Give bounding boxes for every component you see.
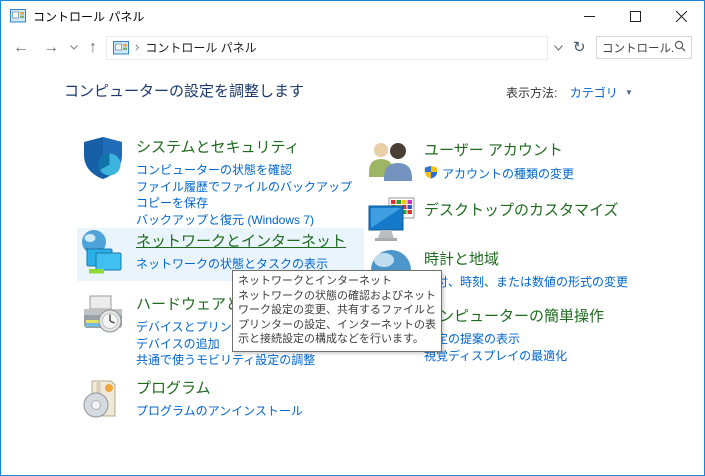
- category-title[interactable]: 時計と地域: [424, 248, 499, 269]
- category-title[interactable]: コンピューターの簡単操作: [424, 305, 604, 326]
- user-accounts-people-icon[interactable]: [367, 137, 415, 185]
- titlebar: コントロール パネル: [1, 1, 704, 31]
- category-system-security: システムとセキュリティ コンピューターの状態を確認 ファイル履歴でファイルのバッ…: [79, 134, 360, 228]
- refresh-icon[interactable]: ↻: [573, 40, 586, 55]
- control-panel-window: コントロール パネル ← → ↑: [0, 0, 705, 476]
- breadcrumb-separator-icon: ›: [135, 39, 139, 54]
- category-link[interactable]: 日付、時刻、または数値の形式の変更: [424, 274, 664, 291]
- search-box[interactable]: コントロール...: [596, 36, 692, 59]
- recent-pages-chevron-icon[interactable]: [70, 45, 78, 50]
- printer-hardware-icon[interactable]: [79, 291, 127, 339]
- category-link[interactable]: 設定の提案の表示: [424, 331, 664, 348]
- navigation-toolbar: ← → ↑ › コントロール パネル ↻ コントロール...: [1, 31, 704, 64]
- control-panel-icon: [113, 40, 129, 56]
- tooltip: ネットワークとインターネット ネットワークの状態の確認およびネットワーク設定の変…: [232, 270, 442, 352]
- network-globe-monitors-icon[interactable]: [79, 228, 127, 276]
- back-button[interactable]: ←: [13, 40, 29, 56]
- page-title: コンピューターの設定を調整します: [64, 80, 304, 101]
- software-box-cd-icon[interactable]: [79, 375, 127, 423]
- view-by-control: 表示方法: カテゴリ ▼: [506, 84, 633, 101]
- close-button[interactable]: [658, 1, 704, 31]
- forward-button[interactable]: →: [43, 40, 59, 56]
- category-programs: プログラム プログラムのアンインストール: [79, 375, 360, 423]
- category-title[interactable]: ユーザー アカウント: [424, 139, 563, 160]
- category-link[interactable]: ファイル履歴でファイルのバックアップ コピーを保存: [136, 179, 360, 212]
- monitor-palette-icon[interactable]: [367, 197, 415, 245]
- address-bar[interactable]: › コントロール パネル: [106, 36, 548, 60]
- breadcrumb[interactable]: コントロール パネル: [145, 39, 256, 56]
- tooltip-body: ネットワークの状態の確認およびネットワーク設定の変更、共有するファイルとプリンタ…: [238, 289, 436, 347]
- category-user-accounts: ユーザー アカウント アカウントの種類の変更: [367, 137, 664, 185]
- address-dropdown-chevron-icon[interactable]: [554, 45, 563, 51]
- control-panel-icon: [10, 8, 26, 24]
- window-title: コントロール パネル: [33, 8, 144, 25]
- view-by-dropdown-icon[interactable]: ▼: [625, 88, 633, 97]
- category-desktop-customization: デスクトップのカスタマイズ: [367, 197, 664, 245]
- search-icon[interactable]: [674, 39, 686, 57]
- maximize-button[interactable]: [612, 1, 658, 31]
- view-by-value[interactable]: カテゴリ: [570, 86, 618, 100]
- window-controls: [566, 1, 704, 31]
- category-link[interactable]: コンピューターの状態を確認: [136, 162, 360, 179]
- category-link[interactable]: アカウントの種類の変更: [442, 166, 574, 183]
- uac-shield-icon: [424, 165, 438, 184]
- minimize-button[interactable]: [566, 1, 612, 31]
- category-title[interactable]: システムとセキュリティ: [136, 136, 300, 157]
- category-link[interactable]: 視覚ディスプレイの最適化: [424, 348, 664, 365]
- tooltip-title: ネットワークとインターネット: [238, 274, 436, 289]
- search-input[interactable]: コントロール...: [602, 40, 674, 56]
- category-link[interactable]: バックアップと復元 (Windows 7): [136, 212, 360, 229]
- shield-security-icon[interactable]: [79, 134, 127, 182]
- category-title[interactable]: ネットワークとインターネット: [136, 230, 346, 251]
- up-button[interactable]: ↑: [89, 40, 97, 56]
- category-link[interactable]: プログラムのアンインストール: [136, 403, 360, 420]
- view-by-label: 表示方法:: [506, 86, 557, 100]
- category-title[interactable]: プログラム: [136, 377, 211, 398]
- category-title[interactable]: デスクトップのカスタマイズ: [424, 199, 619, 220]
- category-link[interactable]: 共通で使うモビリティ設定の調整: [136, 352, 360, 369]
